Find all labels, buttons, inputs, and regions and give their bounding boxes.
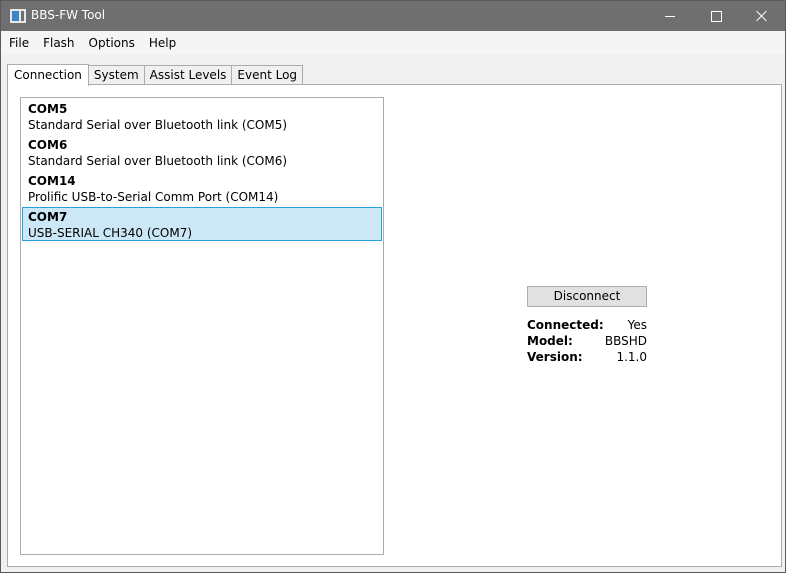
port-name: COM14 xyxy=(28,174,76,188)
connection-status: Connected: Yes Model: BBSHD Version: 1.1… xyxy=(527,317,647,365)
port-description: Standard Serial over Bluetooth link (COM… xyxy=(28,154,288,168)
port-list[interactable]: COM5 Standard Serial over Bluetooth link… xyxy=(20,97,384,555)
tab-system[interactable]: System xyxy=(87,65,145,85)
port-item-com14[interactable]: COM14 Prolific USB-to-Serial Comm Port (… xyxy=(22,171,382,205)
close-button[interactable] xyxy=(739,1,785,31)
port-description: Standard Serial over Bluetooth link (COM… xyxy=(28,118,288,132)
tab-event-log[interactable]: Event Log xyxy=(231,65,304,85)
menu-options[interactable]: Options xyxy=(82,31,142,55)
port-item-com7[interactable]: COM7 USB-SERIAL CH340 (COM7) xyxy=(22,207,382,241)
window-title: BBS-FW Tool xyxy=(31,8,106,22)
minimize-button[interactable] xyxy=(647,1,693,31)
status-label: Connected: xyxy=(527,318,604,332)
menu-bar: File Flash Options Help xyxy=(1,31,785,55)
connection-panel: COM5 Standard Serial over Bluetooth link… xyxy=(7,84,782,567)
menu-flash[interactable]: Flash xyxy=(36,31,81,55)
status-value: 1.1.0 xyxy=(616,350,647,364)
port-description: Prolific USB-to-Serial Comm Port (COM14) xyxy=(28,190,279,204)
status-label: Model: xyxy=(527,334,573,348)
port-name: COM7 xyxy=(28,210,68,224)
port-item-com6[interactable]: COM6 Standard Serial over Bluetooth link… xyxy=(22,135,382,169)
close-icon xyxy=(756,10,768,22)
status-connected: Connected: Yes xyxy=(527,317,647,333)
app-window: BBS-FW Tool File Flash Options Help Conn… xyxy=(0,0,786,573)
port-item-com5[interactable]: COM5 Standard Serial over Bluetooth link… xyxy=(22,99,382,133)
minimize-icon xyxy=(665,15,675,17)
status-version: Version: 1.1.0 xyxy=(527,349,647,365)
port-name: COM5 xyxy=(28,102,68,116)
maximize-icon xyxy=(710,10,722,22)
status-value: Yes xyxy=(627,318,647,332)
status-label: Version: xyxy=(527,350,583,364)
port-description: USB-SERIAL CH340 (COM7) xyxy=(28,226,193,240)
menu-help[interactable]: Help xyxy=(142,31,183,55)
disconnect-button[interactable]: Disconnect xyxy=(527,286,647,307)
maximize-button[interactable] xyxy=(693,1,739,31)
app-icon xyxy=(10,9,26,23)
port-name: COM6 xyxy=(28,138,68,152)
tab-strip: Connection System Assist Levels Event Lo… xyxy=(7,63,304,86)
tab-assist-levels[interactable]: Assist Levels xyxy=(143,65,233,85)
title-bar[interactable]: BBS-FW Tool xyxy=(1,1,785,31)
status-model: Model: BBSHD xyxy=(527,333,647,349)
menu-file[interactable]: File xyxy=(1,31,36,55)
status-value: BBSHD xyxy=(604,334,647,348)
tab-connection[interactable]: Connection xyxy=(7,64,89,86)
